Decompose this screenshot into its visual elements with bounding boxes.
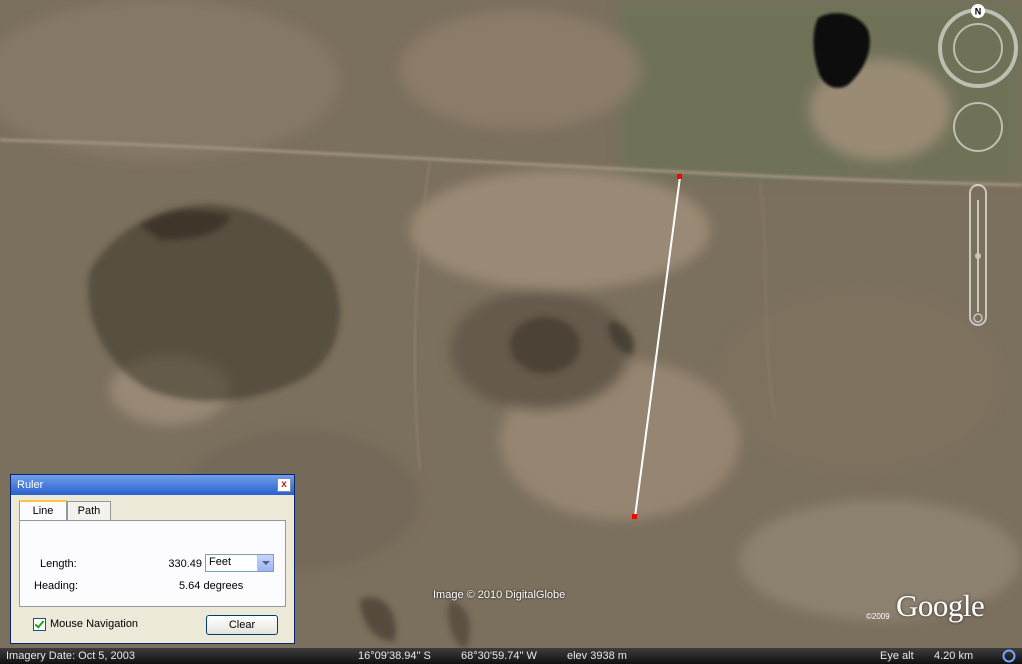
- compass-north-icon[interactable]: N: [971, 4, 985, 18]
- streaming-indicator-icon: [1002, 649, 1016, 663]
- mouse-navigation-label: Mouse Navigation: [50, 618, 139, 630]
- elevation-readout: elev 3938 m: [567, 650, 627, 662]
- eye-alt-value: 4.20 km: [934, 650, 974, 662]
- tab-path[interactable]: Path: [67, 501, 111, 521]
- heading-value: 5.64 degrees: [179, 580, 244, 592]
- close-icon[interactable]: x: [277, 478, 291, 492]
- ruler-dialog: Ruler x Line Path Length: 330.49 Feet He…: [10, 474, 295, 644]
- imagery-date: Imagery Date: Oct 5, 2003: [6, 650, 136, 662]
- mouse-navigation-checkbox[interactable]: [33, 618, 46, 631]
- eye-alt-label: Eye alt: [880, 650, 914, 662]
- length-label: Length:: [40, 558, 77, 570]
- google-logo: Google: [896, 588, 985, 623]
- chevron-down-icon[interactable]: [257, 555, 273, 571]
- length-value: 330.49: [168, 558, 202, 570]
- heading-label: Heading:: [34, 580, 79, 592]
- svg-text:N: N: [975, 7, 982, 17]
- status-bar: Imagery Date: Oct 5, 2003 16°09'38.94" S…: [0, 648, 1022, 664]
- unit-select[interactable]: Feet: [205, 554, 274, 572]
- tab-line[interactable]: Line: [19, 500, 67, 522]
- ruler-title-bar[interactable]: Ruler x: [11, 475, 294, 495]
- ruler-line-panel: Length: 330.49 Feet Heading: 5.64 degree…: [19, 520, 286, 607]
- latitude-readout: 16°09'38.94" S: [358, 650, 431, 662]
- imagery-credit: Image © 2010 DigitalGlobe: [433, 589, 566, 601]
- longitude-readout: 68°30'59.74" W: [461, 650, 537, 662]
- ruler-start-point[interactable]: [677, 174, 682, 179]
- google-copyright: ©2009: [866, 612, 890, 621]
- ruler-end-point[interactable]: [632, 514, 637, 519]
- ruler-title: Ruler: [17, 479, 44, 491]
- unit-select-value: Feet: [209, 556, 232, 568]
- clear-button[interactable]: Clear: [206, 615, 278, 635]
